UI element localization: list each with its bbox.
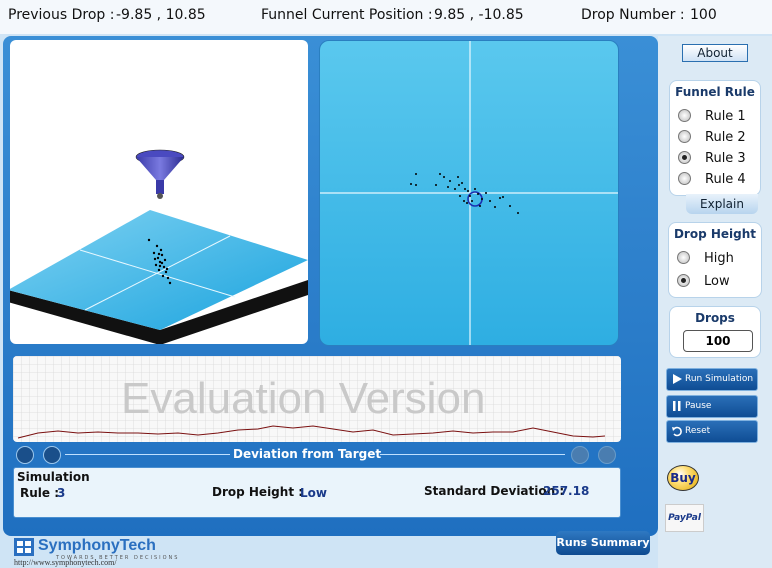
drops-title: Drops [695,311,735,325]
brand-url: http://www.symphonytech.com/ [14,558,117,567]
explain-button[interactable]: Explain [686,194,758,214]
reset-button[interactable]: Reset [666,420,758,443]
rule-option-1[interactable]: Rule 1 [678,109,746,124]
radio-icon [678,130,691,143]
drops-input[interactable]: 100 [683,330,753,352]
rule-option-label: Rule 1 [705,109,746,124]
chart-navigation: Deviation from Target [13,446,621,464]
drop-number-value: 100 [690,7,717,23]
rule-option-label: Rule 3 [705,151,746,166]
rule-value: 3 [57,486,66,500]
rule-label: Rule : [20,486,60,500]
paypal-button[interactable]: PayPal [665,504,704,532]
drop-height-value: Low [300,486,327,500]
previous-page-button[interactable] [43,446,61,464]
nav-divider [65,454,230,455]
drop-height-label: Drop Height : [212,485,304,499]
height-option-low[interactable]: Low [677,274,730,289]
next-page-button[interactable] [571,446,589,464]
pause-label: Pause [685,401,712,411]
pause-icon [673,401,681,411]
funnel-icon [135,149,185,199]
first-page-button[interactable] [16,446,34,464]
logo-icon [14,538,34,556]
funnel-rule-card: Funnel Rule Rule 1 Rule 2 Rule 3 Rule 4 [669,80,761,196]
std-dev-value: 257.18 [543,484,590,498]
pause-button[interactable]: Pause [666,395,758,418]
drop-height-title: Drop Height [673,227,757,241]
target-top-view [319,40,619,346]
drop-height-card: Drop Height High Low [668,222,762,298]
previous-drop-label: Previous Drop : [8,7,115,23]
about-button[interactable]: About [682,44,748,62]
nav-divider [380,454,565,455]
previous-drop-value: -9.85 , 10.85 [116,7,206,23]
height-option-label: Low [704,274,730,289]
summary-heading: Simulation [17,470,90,484]
rule-option-2[interactable]: Rule 2 [678,130,746,145]
watermark-text: Evaluation Version [121,374,485,423]
last-page-button[interactable] [598,446,616,464]
radio-selected-icon [678,151,691,164]
deviation-chart: Evaluation Version [13,356,621,442]
funnel-position-label: Funnel Current Position : [261,7,433,23]
rule-option-4[interactable]: Rule 4 [678,172,746,187]
rule-option-3[interactable]: Rule 3 [678,151,746,166]
reset-label: Reset [685,426,711,436]
runs-summary-button[interactable]: Runs Summary [556,531,650,555]
chart-title: Deviation from Target [233,447,382,461]
simulation-summary: Simulation Rule : 3 Drop Height : Low St… [13,467,621,518]
funnel-3d-view [10,40,308,344]
run-simulation-button[interactable]: Run Simulation [666,368,758,391]
status-bar: Previous Drop : -9.85 , 10.85 Funnel Cur… [0,0,772,34]
rule-option-label: Rule 4 [705,172,746,187]
rule-option-label: Rule 2 [705,130,746,145]
radio-icon [678,172,691,185]
funnel-rule-title: Funnel Rule [675,85,755,99]
reset-icon [672,426,682,437]
symphonytech-logo[interactable]: SymphonyTech TOWARDS BETTER DECISIONS ht… [12,536,177,568]
height-option-label: High [704,251,734,266]
run-simulation-label: Run Simulation [685,374,754,384]
radio-icon [678,109,691,122]
drop-number-label: Drop Number : [581,7,685,23]
buy-button[interactable]: Buy [667,465,699,491]
height-option-high[interactable]: High [677,251,734,266]
radio-icon [677,251,690,264]
funnel-position-value: 9.85 , -10.85 [434,7,524,23]
brand-name: SymphonyTech [38,537,156,554]
play-icon [673,374,682,384]
radio-selected-icon [677,274,690,287]
